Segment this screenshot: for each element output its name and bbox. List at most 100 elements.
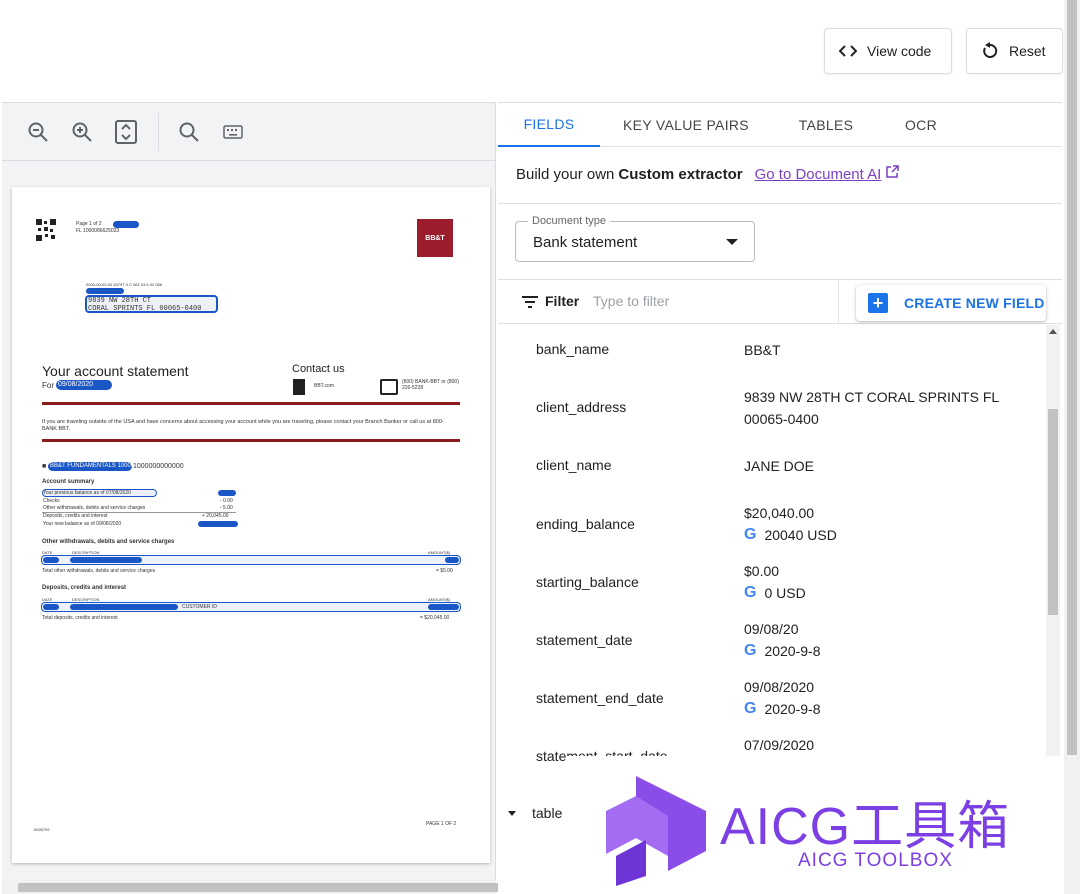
search-icon[interactable] bbox=[171, 114, 207, 150]
doc-bullet: ■ bbox=[42, 463, 47, 470]
watermark-title: AICG工具箱 bbox=[720, 798, 1011, 856]
field-value: 09/08/20 G 2020-9-8 bbox=[744, 618, 1034, 662]
field-name: client_address bbox=[536, 399, 627, 415]
doc-account-number: 1000000000000 bbox=[133, 463, 184, 470]
keyboard-icon[interactable] bbox=[215, 114, 251, 150]
doc-highlight[interactable] bbox=[218, 490, 236, 496]
field-name: ending_balance bbox=[536, 516, 635, 532]
document-page: Page 1 of 2 FL 1000086625033 BB&T 0000-0… bbox=[12, 187, 490, 863]
field-name: starting_balance bbox=[536, 574, 639, 590]
document-type-value: Bank statement bbox=[533, 234, 638, 251]
tab-ocr[interactable]: OCR bbox=[880, 103, 962, 147]
viewer-horizontal-scrollbar[interactable] bbox=[2, 880, 578, 894]
field-raw-value: 09/08/20 bbox=[744, 621, 799, 637]
filter-input[interactable]: Type to filter bbox=[593, 293, 669, 309]
field-normalized-value: 0 USD bbox=[764, 585, 806, 601]
field-value: $20,040.00 G 20040 USD bbox=[744, 502, 1034, 546]
document-type-label: Document type bbox=[528, 215, 610, 227]
view-code-button[interactable]: View code bbox=[824, 28, 952, 74]
doc-highlight[interactable] bbox=[43, 557, 59, 563]
document-type-select[interactable]: Document type Bank statement bbox=[515, 215, 755, 262]
field-value: 9839 NW 28TH CT CORAL SPRINTS FL 00065-0… bbox=[744, 389, 999, 427]
expand-arrow-icon bbox=[508, 810, 516, 816]
field-normalized-value: 2020-9-8 bbox=[764, 643, 821, 659]
doc-deposits-total-label: Total deposits, credits and interest bbox=[42, 615, 118, 621]
doc-summary-label: Deposits, credits and interest bbox=[43, 513, 108, 519]
doc-footer-code: 0026792 bbox=[34, 827, 50, 832]
doc-summary-label: Checks bbox=[43, 498, 60, 504]
doc-summary-value: + 20,045.00 bbox=[202, 513, 229, 519]
doc-for-value[interactable]: 09/08/2020 bbox=[56, 380, 112, 390]
doc-heading: Your account statement bbox=[42, 363, 189, 379]
divider bbox=[498, 203, 1062, 204]
watermark-subtitle: AICG TOOLBOX bbox=[798, 850, 953, 871]
aicg-logo-icon bbox=[606, 776, 706, 886]
go-to-document-ai-link[interactable]: Go to Document AI bbox=[755, 166, 882, 183]
page-scrollbar[interactable] bbox=[1064, 0, 1080, 894]
table-expander[interactable]: table bbox=[508, 805, 562, 821]
doc-address-line2: CORAL SPRINTS FL 00065-0400 bbox=[88, 305, 202, 313]
reset-icon bbox=[981, 42, 999, 60]
doc-divider bbox=[42, 439, 460, 442]
doc-footer-page: PAGE 1 OF 2 bbox=[426, 821, 457, 827]
doc-withdrawals-total: = $5.00 bbox=[436, 568, 453, 574]
viewer-toolbar bbox=[2, 103, 496, 161]
field-name: statement_end_date bbox=[536, 690, 664, 706]
doc-page-code: FL 1000086625033 bbox=[76, 228, 120, 234]
reset-button[interactable]: Reset bbox=[966, 28, 1063, 74]
table-label: table bbox=[532, 805, 563, 821]
doc-highlight[interactable] bbox=[70, 604, 178, 610]
doc-contact-phone: (800) BANK-BBT or (800) 226-5228 bbox=[402, 379, 459, 391]
normalized-value: G 2020-9-8 bbox=[744, 640, 1034, 662]
doc-summary-value: - 0.00 bbox=[220, 498, 233, 504]
doc-barcode-line: 0000-00-00-00 4079T 0 C 061 03 6 02 058 bbox=[86, 282, 162, 287]
scroll-up-icon[interactable] bbox=[1049, 329, 1057, 334]
normalized-value: G 0 USD bbox=[744, 582, 1034, 604]
app-root: View code Reset Page 1 of 2 FL 100008662… bbox=[0, 0, 1080, 894]
doc-highlight[interactable] bbox=[198, 521, 238, 527]
doc-highlight[interactable] bbox=[445, 557, 459, 563]
view-code-label: View code bbox=[867, 43, 932, 59]
field-value: 09/08/2020 G 2020-9-8 bbox=[744, 676, 1034, 720]
doc-summary-value: - 5.00 bbox=[220, 505, 233, 511]
tab-tables[interactable]: TABLES bbox=[772, 103, 880, 147]
toolbar-divider bbox=[158, 112, 159, 151]
field-value: BB&T bbox=[744, 342, 781, 358]
document-viewer: Page 1 of 2 FL 1000086625033 BB&T 0000-0… bbox=[2, 102, 578, 894]
doc-highlight[interactable] bbox=[86, 288, 124, 294]
fields-scrollbar[interactable] bbox=[1046, 325, 1060, 765]
doc-divider bbox=[42, 402, 460, 405]
google-icon: G bbox=[744, 642, 757, 659]
field-raw-value: $20,040.00 bbox=[744, 505, 815, 521]
bank-logo: BB&T bbox=[417, 219, 453, 257]
doc-page-info: Page 1 of 2 bbox=[76, 221, 102, 227]
zoom-in-icon[interactable] bbox=[64, 114, 100, 150]
field-name: statement_date bbox=[536, 632, 633, 648]
field-value: 07/09/2020 bbox=[744, 737, 815, 753]
promo-prefix: Build your own bbox=[516, 165, 615, 183]
doc-highlight[interactable] bbox=[43, 604, 59, 610]
doc-highlight[interactable] bbox=[70, 557, 142, 563]
fit-page-icon[interactable] bbox=[108, 114, 144, 150]
code-icon bbox=[839, 44, 857, 58]
doc-highlight[interactable] bbox=[113, 221, 139, 228]
external-link-icon[interactable] bbox=[885, 165, 900, 183]
field-value: JANE DOE bbox=[744, 458, 815, 474]
google-icon: G bbox=[744, 526, 757, 543]
tab-bar: FIELDS KEY VALUE PAIRS TABLES OCR bbox=[498, 103, 1062, 147]
fields-list: bank_name BB&T client_address 9839 NW 28… bbox=[498, 325, 1048, 765]
doc-notice: If you are traveling outside of the USA … bbox=[42, 419, 444, 432]
promo-bold: Custom extractor bbox=[618, 165, 743, 183]
doc-account-line[interactable]: BB&T FUNDAMENTALS 1000000000000 bbox=[48, 462, 132, 471]
field-name: client_name bbox=[536, 457, 612, 473]
tab-fields[interactable]: FIELDS bbox=[498, 103, 600, 147]
qr-code-icon bbox=[36, 219, 56, 241]
normalized-value: G 20040 USD bbox=[744, 524, 1034, 546]
create-new-field-button[interactable]: + CREATE NEW FIELD bbox=[856, 285, 1046, 321]
tab-key-value-pairs[interactable]: KEY VALUE PAIRS bbox=[600, 103, 772, 147]
field-normalized-value: 2020-9-8 bbox=[764, 701, 821, 717]
zoom-out-icon[interactable] bbox=[20, 114, 56, 150]
doc-for-label: For bbox=[42, 381, 54, 390]
phone-icon bbox=[380, 379, 398, 395]
doc-highlight[interactable] bbox=[428, 604, 459, 610]
